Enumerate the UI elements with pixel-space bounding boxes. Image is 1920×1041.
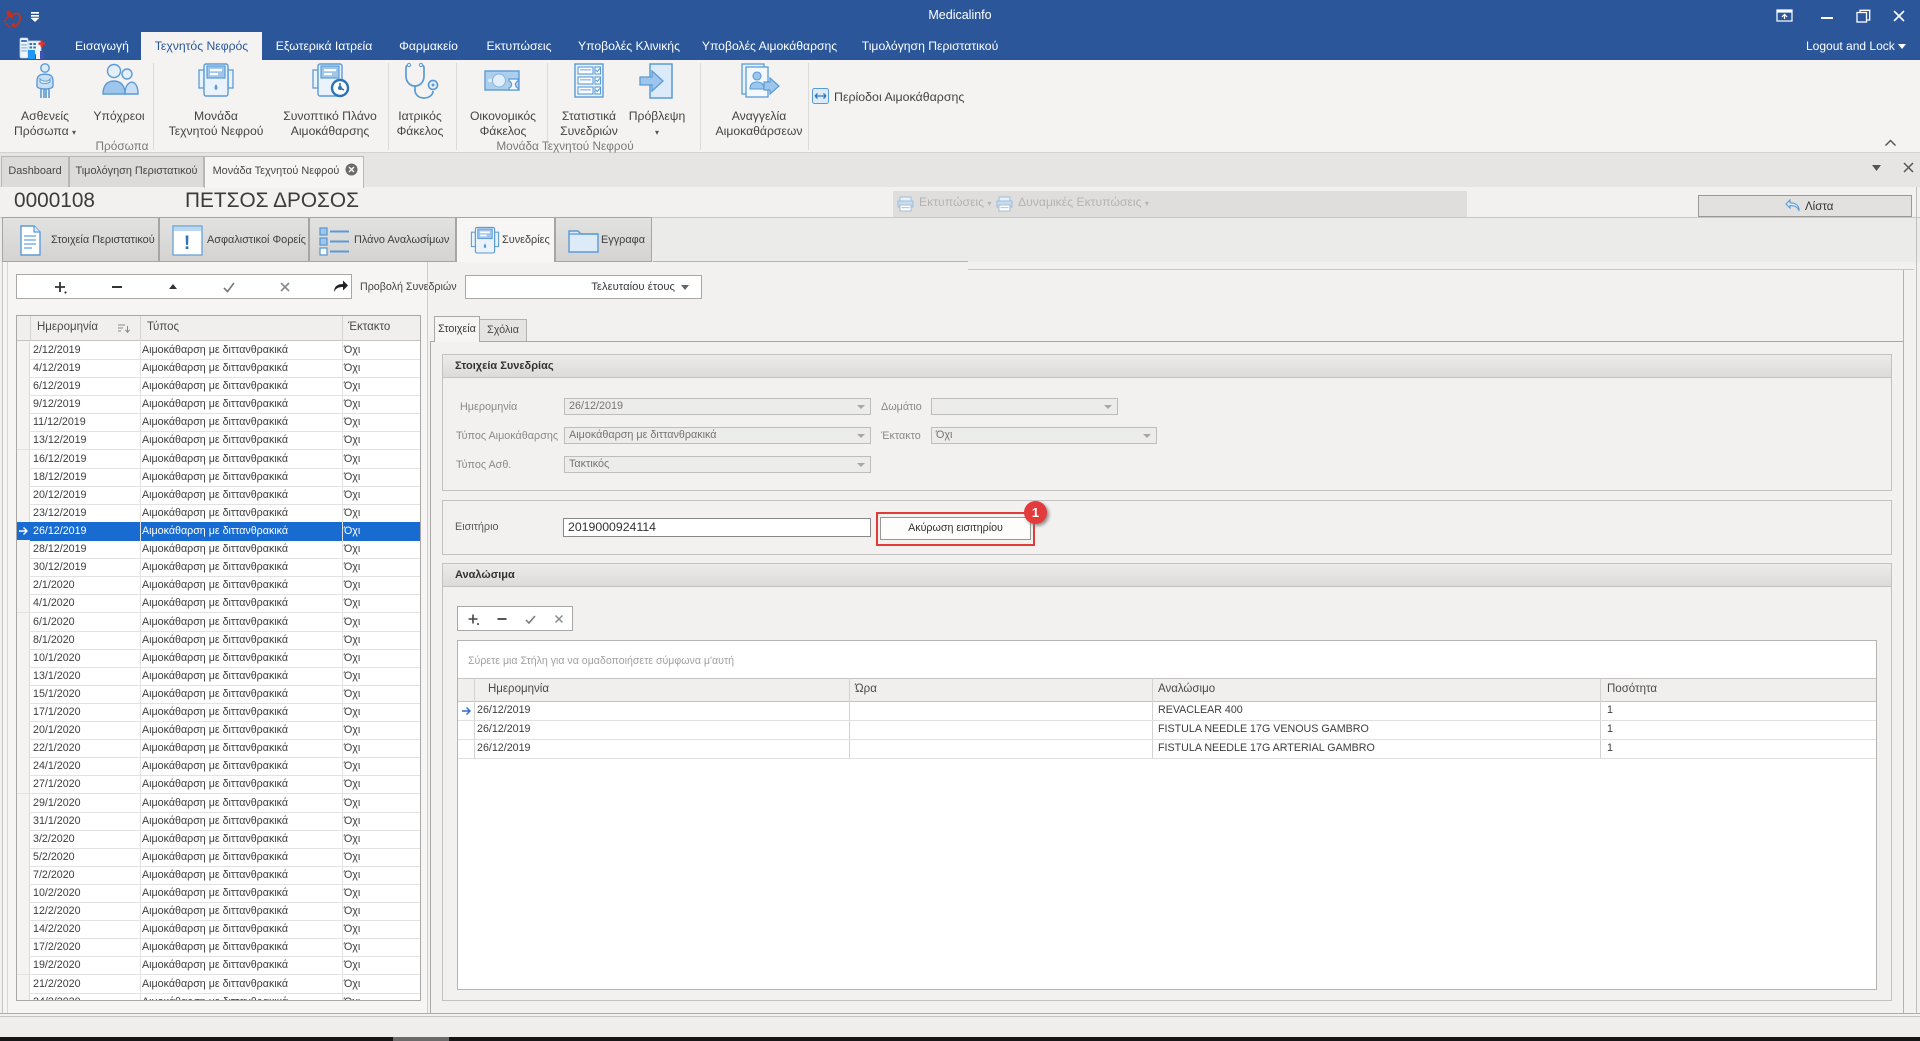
svg-text:!: ! [184, 233, 190, 254]
